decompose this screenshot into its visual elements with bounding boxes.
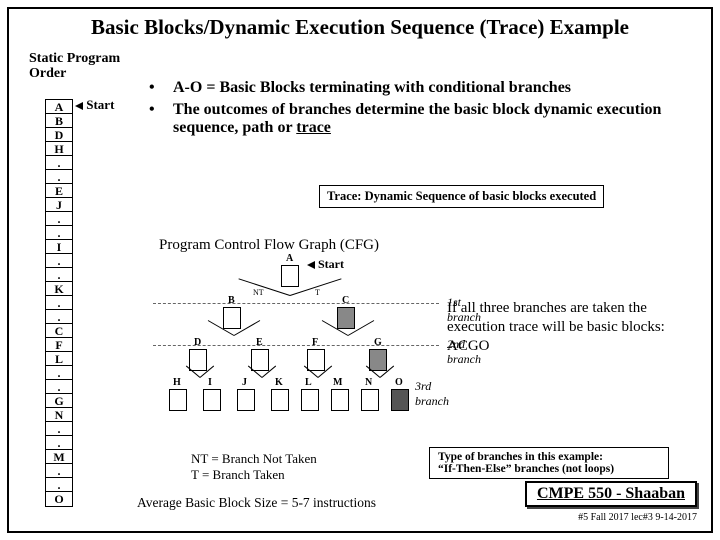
program-cell: . [46,366,72,380]
course-box: CMPE 550 - Shaaban [525,481,697,507]
node-l [301,389,319,411]
program-cell: E [46,184,72,198]
program-cell: C [46,324,72,338]
program-cell: . [46,380,72,394]
program-cell: . [46,226,72,240]
page-title: Basic Blocks/Dynamic Execution Sequence … [9,15,711,40]
program-cell: A [46,100,72,114]
program-cell: D [46,128,72,142]
trace-definition-box: Trace: Dynamic Sequence of basic blocks … [319,185,604,208]
program-cell: . [46,170,72,184]
branch-type-box: Type of branches in this example: “If-Th… [429,447,669,479]
trace-explanation: If all three branches are taken the exec… [447,299,707,355]
node-n [361,389,379,411]
program-cell: . [46,212,72,226]
program-cell: . [46,436,72,450]
program-cell: G [46,394,72,408]
node-e [251,349,269,371]
program-cell: . [46,310,72,324]
lecture-info: #5 Fall 2017 lec#3 9-14-2017 [578,512,697,523]
program-cell: L [46,352,72,366]
avg-size-note: Average Basic Block Size = 5-7 instructi… [137,495,376,511]
cfg-start-label: Start [307,257,344,272]
program-cell: . [46,478,72,492]
start-arrow: Start [75,97,114,113]
cfg-diagram: Start A NT T B C 1st branch D E F G 2nd … [157,259,437,434]
program-cell: H [46,142,72,156]
bullet-item: The outcomes of branches determine the b… [149,101,689,137]
static-order-label: Static ProgramOrder [29,51,120,82]
node-g [369,349,387,371]
program-cell: . [46,254,72,268]
bullet-list: A-O = Basic Blocks terminating with cond… [149,79,689,141]
program-cell: B [46,114,72,128]
program-cell: . [46,422,72,436]
node-d [189,349,207,371]
program-cell: F [46,338,72,352]
program-cell: . [46,464,72,478]
node-h [169,389,187,411]
cfg-label: Program Control Flow Graph (CFG) [159,237,379,254]
program-cell: I [46,240,72,254]
node-f [307,349,325,371]
program-column: ABDH..EJ..I..K..CFL..GN..M..O [45,99,73,507]
program-cell: N [46,408,72,422]
node-o [391,389,409,411]
node-j [237,389,255,411]
program-cell: M [46,450,72,464]
node-a [281,265,299,287]
legend: NT = Branch Not Taken T = Branch Taken [191,451,317,482]
node-k [271,389,289,411]
branch-3-label: 3rd branch [415,379,449,409]
bullet-item: A-O = Basic Blocks terminating with cond… [149,79,689,97]
program-cell: J [46,198,72,212]
program-cell: . [46,296,72,310]
program-cell: . [46,268,72,282]
node-c [337,307,355,329]
program-cell: . [46,156,72,170]
program-cell: O [46,492,72,506]
node-b [223,307,241,329]
program-cell: K [46,282,72,296]
node-m [331,389,349,411]
node-i [203,389,221,411]
